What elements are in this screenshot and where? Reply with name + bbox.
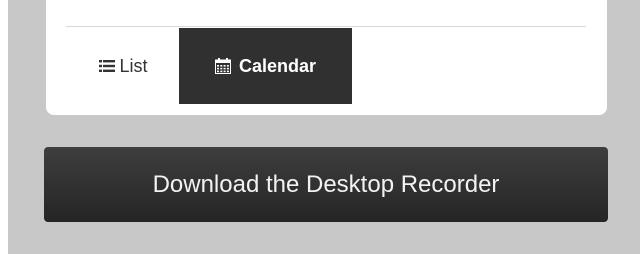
tab-list-view[interactable]: List bbox=[68, 28, 179, 104]
tab-calendar-label: Calendar bbox=[238, 55, 317, 76]
download-desktop-recorder-button[interactable]: Download the Desktop Recorder bbox=[44, 147, 608, 222]
tab-list-label: List bbox=[119, 55, 148, 76]
divider bbox=[66, 26, 586, 27]
view-switcher-card: List Calendar bbox=[46, 0, 607, 115]
tab-calendar-view[interactable]: Calendar bbox=[179, 28, 352, 104]
list-icon bbox=[99, 59, 116, 73]
calendar-icon bbox=[214, 58, 231, 74]
